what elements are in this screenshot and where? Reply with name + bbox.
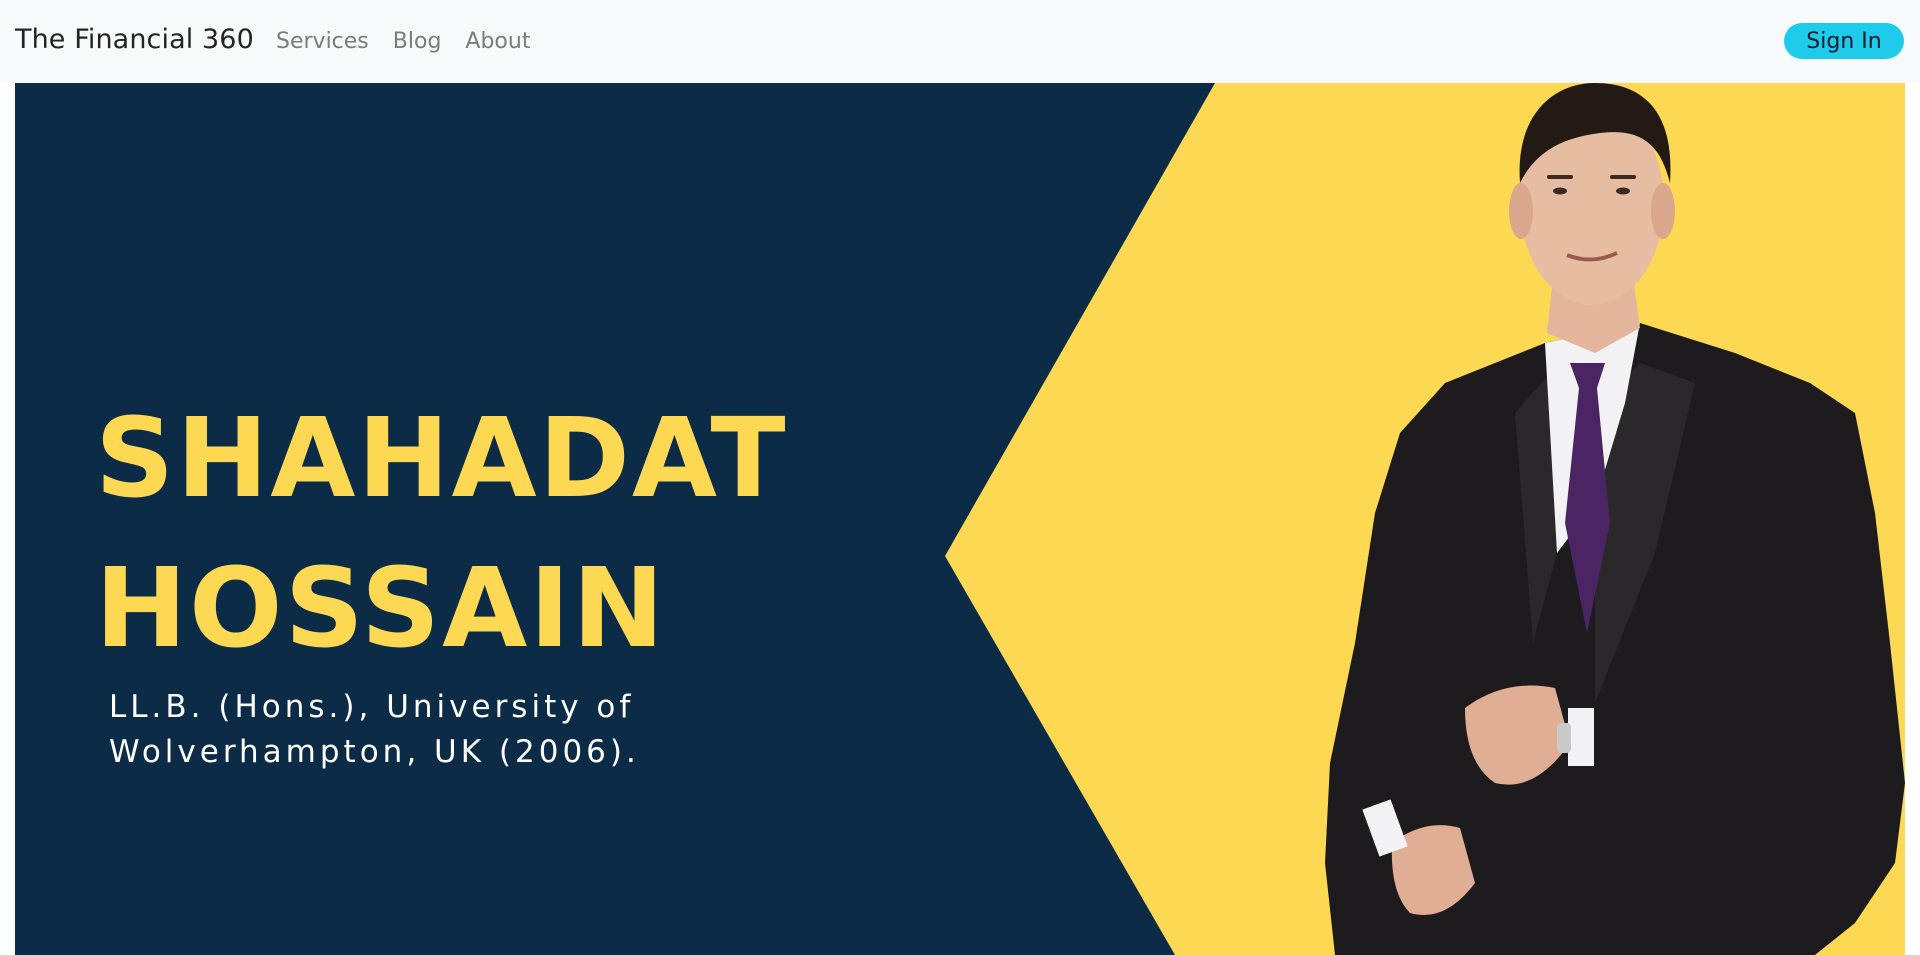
portrait-image (1325, 83, 1905, 955)
top-navbar: The Financial 360 Services Blog About Si… (0, 0, 1920, 83)
hero-name-line2: HOSSAIN (95, 544, 667, 672)
hero-name-line1: SHAHADAT (95, 394, 788, 522)
hero-banner: SHAHADAT HOSSAIN LL.B. (Hons.), Universi… (15, 83, 1905, 955)
nav-link-about[interactable]: About (465, 29, 530, 54)
hero-name: SHAHADAT HOSSAIN (95, 383, 788, 683)
sign-in-button[interactable]: Sign In (1784, 23, 1904, 59)
hero-credential: LL.B. (Hons.), University of Wolverhampt… (109, 689, 640, 770)
nav-link-blog[interactable]: Blog (393, 29, 442, 54)
brand-link[interactable]: The Financial 360 (15, 24, 254, 55)
nav-link-services[interactable]: Services (276, 29, 369, 54)
nav-links: Services Blog About (276, 29, 554, 54)
